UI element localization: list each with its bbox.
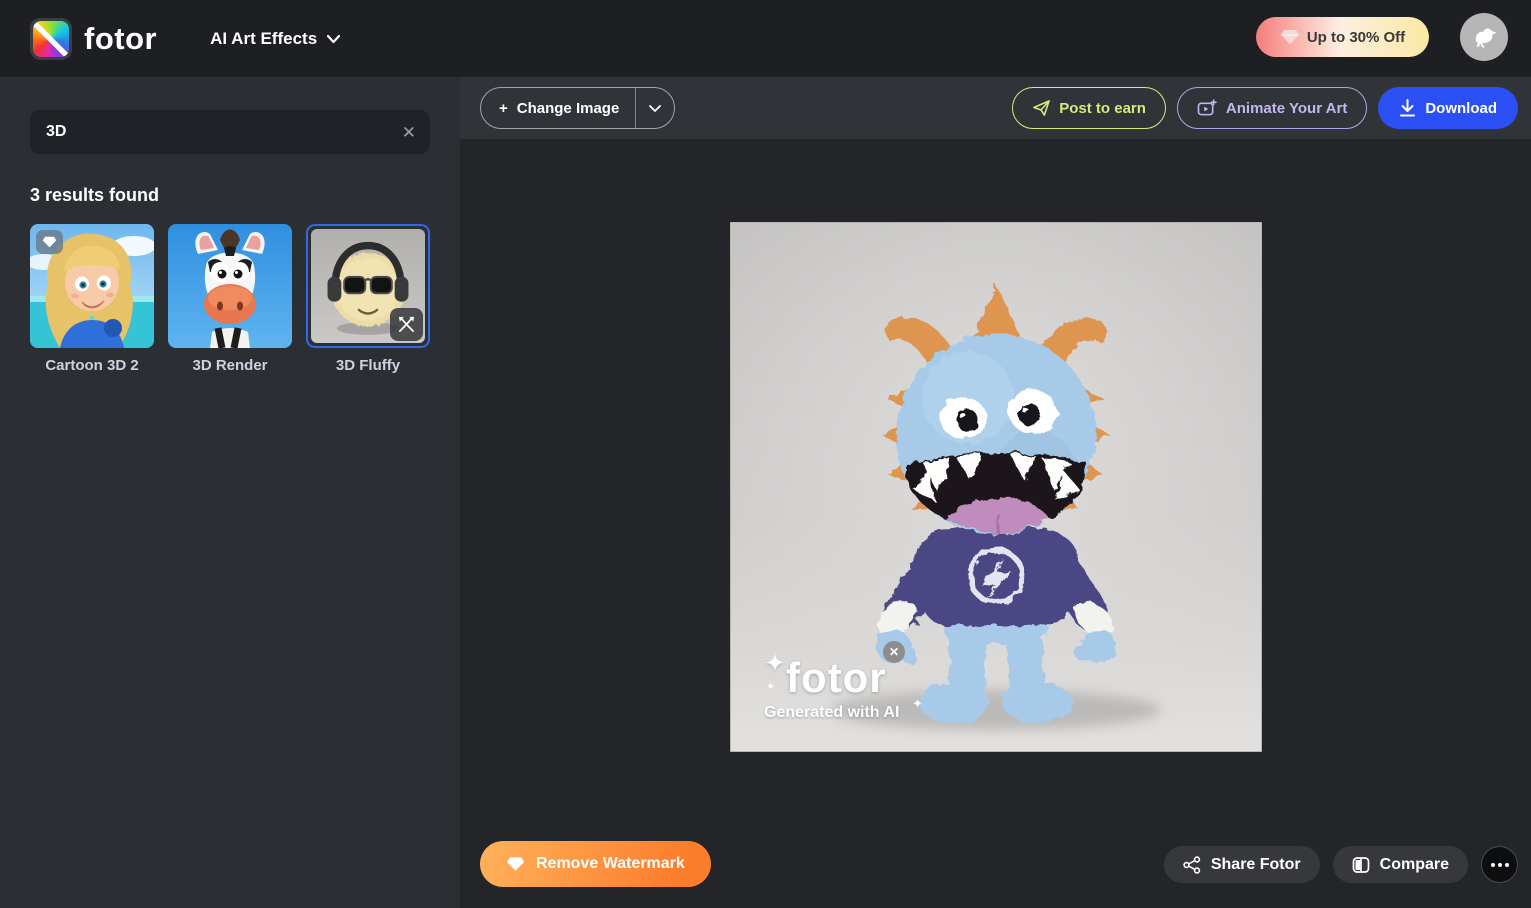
effect-label: 3D Fluffy (306, 357, 430, 374)
fotor-app: fotor AI Art Effects Up to 30% Off ✕ 3 (0, 0, 1531, 908)
sparkle-icon: ✦ (764, 648, 786, 679)
results-count: 3 results found (30, 185, 159, 206)
ellipsis-icon (1491, 863, 1495, 867)
effect-item-cartoon-3d-2[interactable]: Cartoon 3D 2 (30, 224, 154, 374)
nav-ai-art-effects[interactable]: AI Art Effects (210, 29, 341, 49)
share-nodes-icon (1183, 856, 1201, 874)
user-avatar[interactable] (1460, 13, 1508, 61)
chevron-down-icon (326, 34, 341, 44)
diamond-icon (506, 856, 525, 872)
shuffle-variation-button[interactable] (390, 308, 423, 341)
download-button[interactable]: Download (1378, 87, 1518, 129)
fotor-watermark: ✦ ✦ fotor ✦ Generated with AI (764, 654, 954, 722)
change-image-button[interactable]: + Change Image (481, 88, 635, 128)
more-options-button[interactable] (1481, 846, 1518, 883)
effect-item-3d-render[interactable]: 3D Render (168, 224, 292, 374)
search-input[interactable] (46, 123, 402, 141)
plus-icon: + (499, 101, 508, 116)
effects-sidebar: ✕ 3 results found (0, 77, 460, 908)
compare-button[interactable]: Compare (1333, 846, 1468, 883)
remove-watermark-label: Remove Watermark (536, 855, 685, 873)
compare-label: Compare (1380, 856, 1449, 874)
upgrade-promo-button[interactable]: Up to 30% Off (1256, 17, 1429, 57)
sparkle-icon: ✦ (766, 680, 775, 693)
effect-item-3d-fluffy[interactable]: 3D Fluffy (306, 224, 430, 374)
share-fotor-label: Share Fotor (1211, 856, 1301, 874)
diamond-icon (1280, 29, 1300, 45)
effects-search-box[interactable]: ✕ (30, 110, 430, 154)
animate-your-art-label: Animate Your Art (1226, 100, 1347, 117)
fotor-logo[interactable]: fotor (30, 18, 157, 60)
premium-diamond-badge (36, 230, 63, 254)
video-plus-icon (1197, 99, 1217, 117)
promo-label: Up to 30% Off (1307, 29, 1405, 46)
download-arrow-icon (1399, 99, 1416, 117)
animate-your-art-button[interactable]: Animate Your Art (1177, 87, 1367, 129)
change-image-button-group: + Change Image (480, 87, 675, 129)
watermark-caption: Generated with AI (764, 704, 954, 722)
editor-toolbar: + Change Image Post to earn (460, 77, 1531, 139)
effect-results-list: Cartoon 3D 2 (30, 224, 430, 374)
effect-label: Cartoon 3D 2 (30, 357, 154, 374)
clear-search-icon[interactable]: ✕ (402, 124, 416, 141)
paper-plane-icon (1032, 99, 1051, 117)
post-to-earn-label: Post to earn (1059, 100, 1146, 117)
brand-name: fotor (84, 21, 157, 57)
watermark-brand: fotor (764, 654, 954, 702)
share-fotor-button[interactable]: Share Fotor (1164, 846, 1320, 883)
download-label: Download (1425, 100, 1497, 117)
nav-label: AI Art Effects (210, 29, 317, 49)
change-image-label: Change Image (517, 100, 620, 117)
compare-panels-icon (1352, 856, 1370, 874)
shuffle-icon (397, 315, 416, 334)
chevron-down-icon (648, 104, 662, 113)
post-to-earn-button[interactable]: Post to earn (1012, 87, 1166, 129)
sparkle-icon: ✦ (912, 696, 923, 712)
bird-silhouette-icon (1469, 22, 1499, 52)
3d-render-preview (168, 224, 292, 348)
remove-watermark-button[interactable]: Remove Watermark (480, 841, 711, 887)
generated-artwork[interactable]: ✕ ✦ ✦ fotor ✦ Generated with AI (730, 222, 1262, 752)
change-image-dropdown[interactable] (636, 88, 674, 128)
editor-main: + Change Image Post to earn (460, 77, 1531, 908)
app-header: fotor AI Art Effects Up to 30% Off (0, 0, 1531, 77)
effect-label: 3D Render (168, 357, 292, 374)
fotor-logo-icon (30, 18, 72, 60)
canvas-area: ✕ ✦ ✦ fotor ✦ Generated with AI Remove W… (460, 139, 1531, 908)
diamond-icon (42, 236, 57, 248)
